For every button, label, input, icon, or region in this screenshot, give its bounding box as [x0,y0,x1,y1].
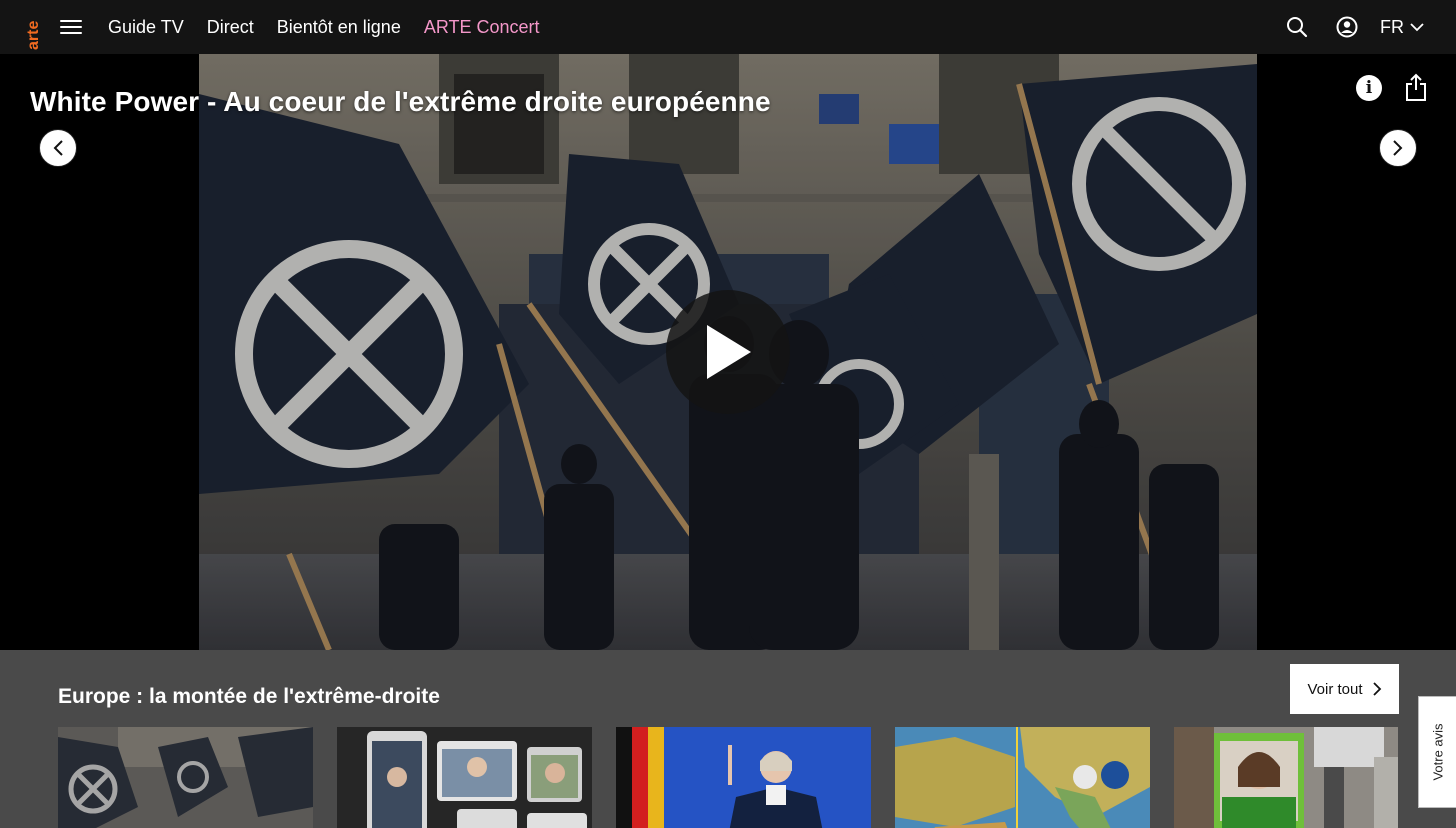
row-title: Europe : la montée de l'extrême-droite [58,685,440,708]
language-selector[interactable]: FR [1380,15,1424,39]
feedback-tab[interactable]: Votre avis [1418,696,1456,808]
related-videos-row: Europe : la montée de l'extrême-droite V… [0,650,1456,828]
chevron-right-icon [1393,140,1403,156]
feedback-label: Votre avis [1430,723,1445,781]
video-thumbnail[interactable] [895,727,1150,828]
thumbnail-carousel [58,727,1398,828]
video-thumbnail[interactable] [337,727,592,828]
play-icon [707,325,751,379]
video-thumbnail[interactable] [58,727,313,828]
user-account-icon[interactable] [1336,16,1358,38]
video-thumbnail[interactable] [1174,727,1398,828]
voir-tout-label: Voir tout [1307,680,1363,698]
video-title: White Power - Au coeur de l'extrême droi… [30,86,771,117]
nav-link-arte-concert[interactable]: ARTE Concert [424,17,540,38]
main-nav-links: Guide TV Direct Bientôt en ligne ARTE Co… [108,0,540,54]
nav-link-direct[interactable]: Direct [207,17,254,38]
chevron-right-icon [1372,682,1381,696]
carousel-prev-button[interactable] [39,129,77,167]
search-icon[interactable] [1286,16,1308,38]
menu-icon[interactable] [60,20,82,34]
voir-tout-button[interactable]: Voir tout [1290,664,1399,714]
nav-link-bientot-en-ligne[interactable]: Bientôt en ligne [277,17,401,38]
play-button[interactable] [666,290,790,414]
share-icon[interactable] [1404,72,1428,102]
video-thumbnail[interactable] [616,727,871,828]
info-icon[interactable]: i [1356,75,1382,101]
chevron-down-icon [1410,23,1424,32]
nav-link-guide-tv[interactable]: Guide TV [108,17,184,38]
logo-text: arte [26,21,40,50]
top-nav: arte Guide TV Direct Bientôt en ligne AR… [0,0,1456,54]
arte-logo[interactable]: arte [26,4,40,50]
chevron-left-icon [53,140,63,156]
hero-player[interactable]: White Power - Au coeur de l'extrême droi… [0,54,1456,650]
language-label: FR [1380,16,1404,37]
carousel-next-button[interactable] [1379,129,1417,167]
